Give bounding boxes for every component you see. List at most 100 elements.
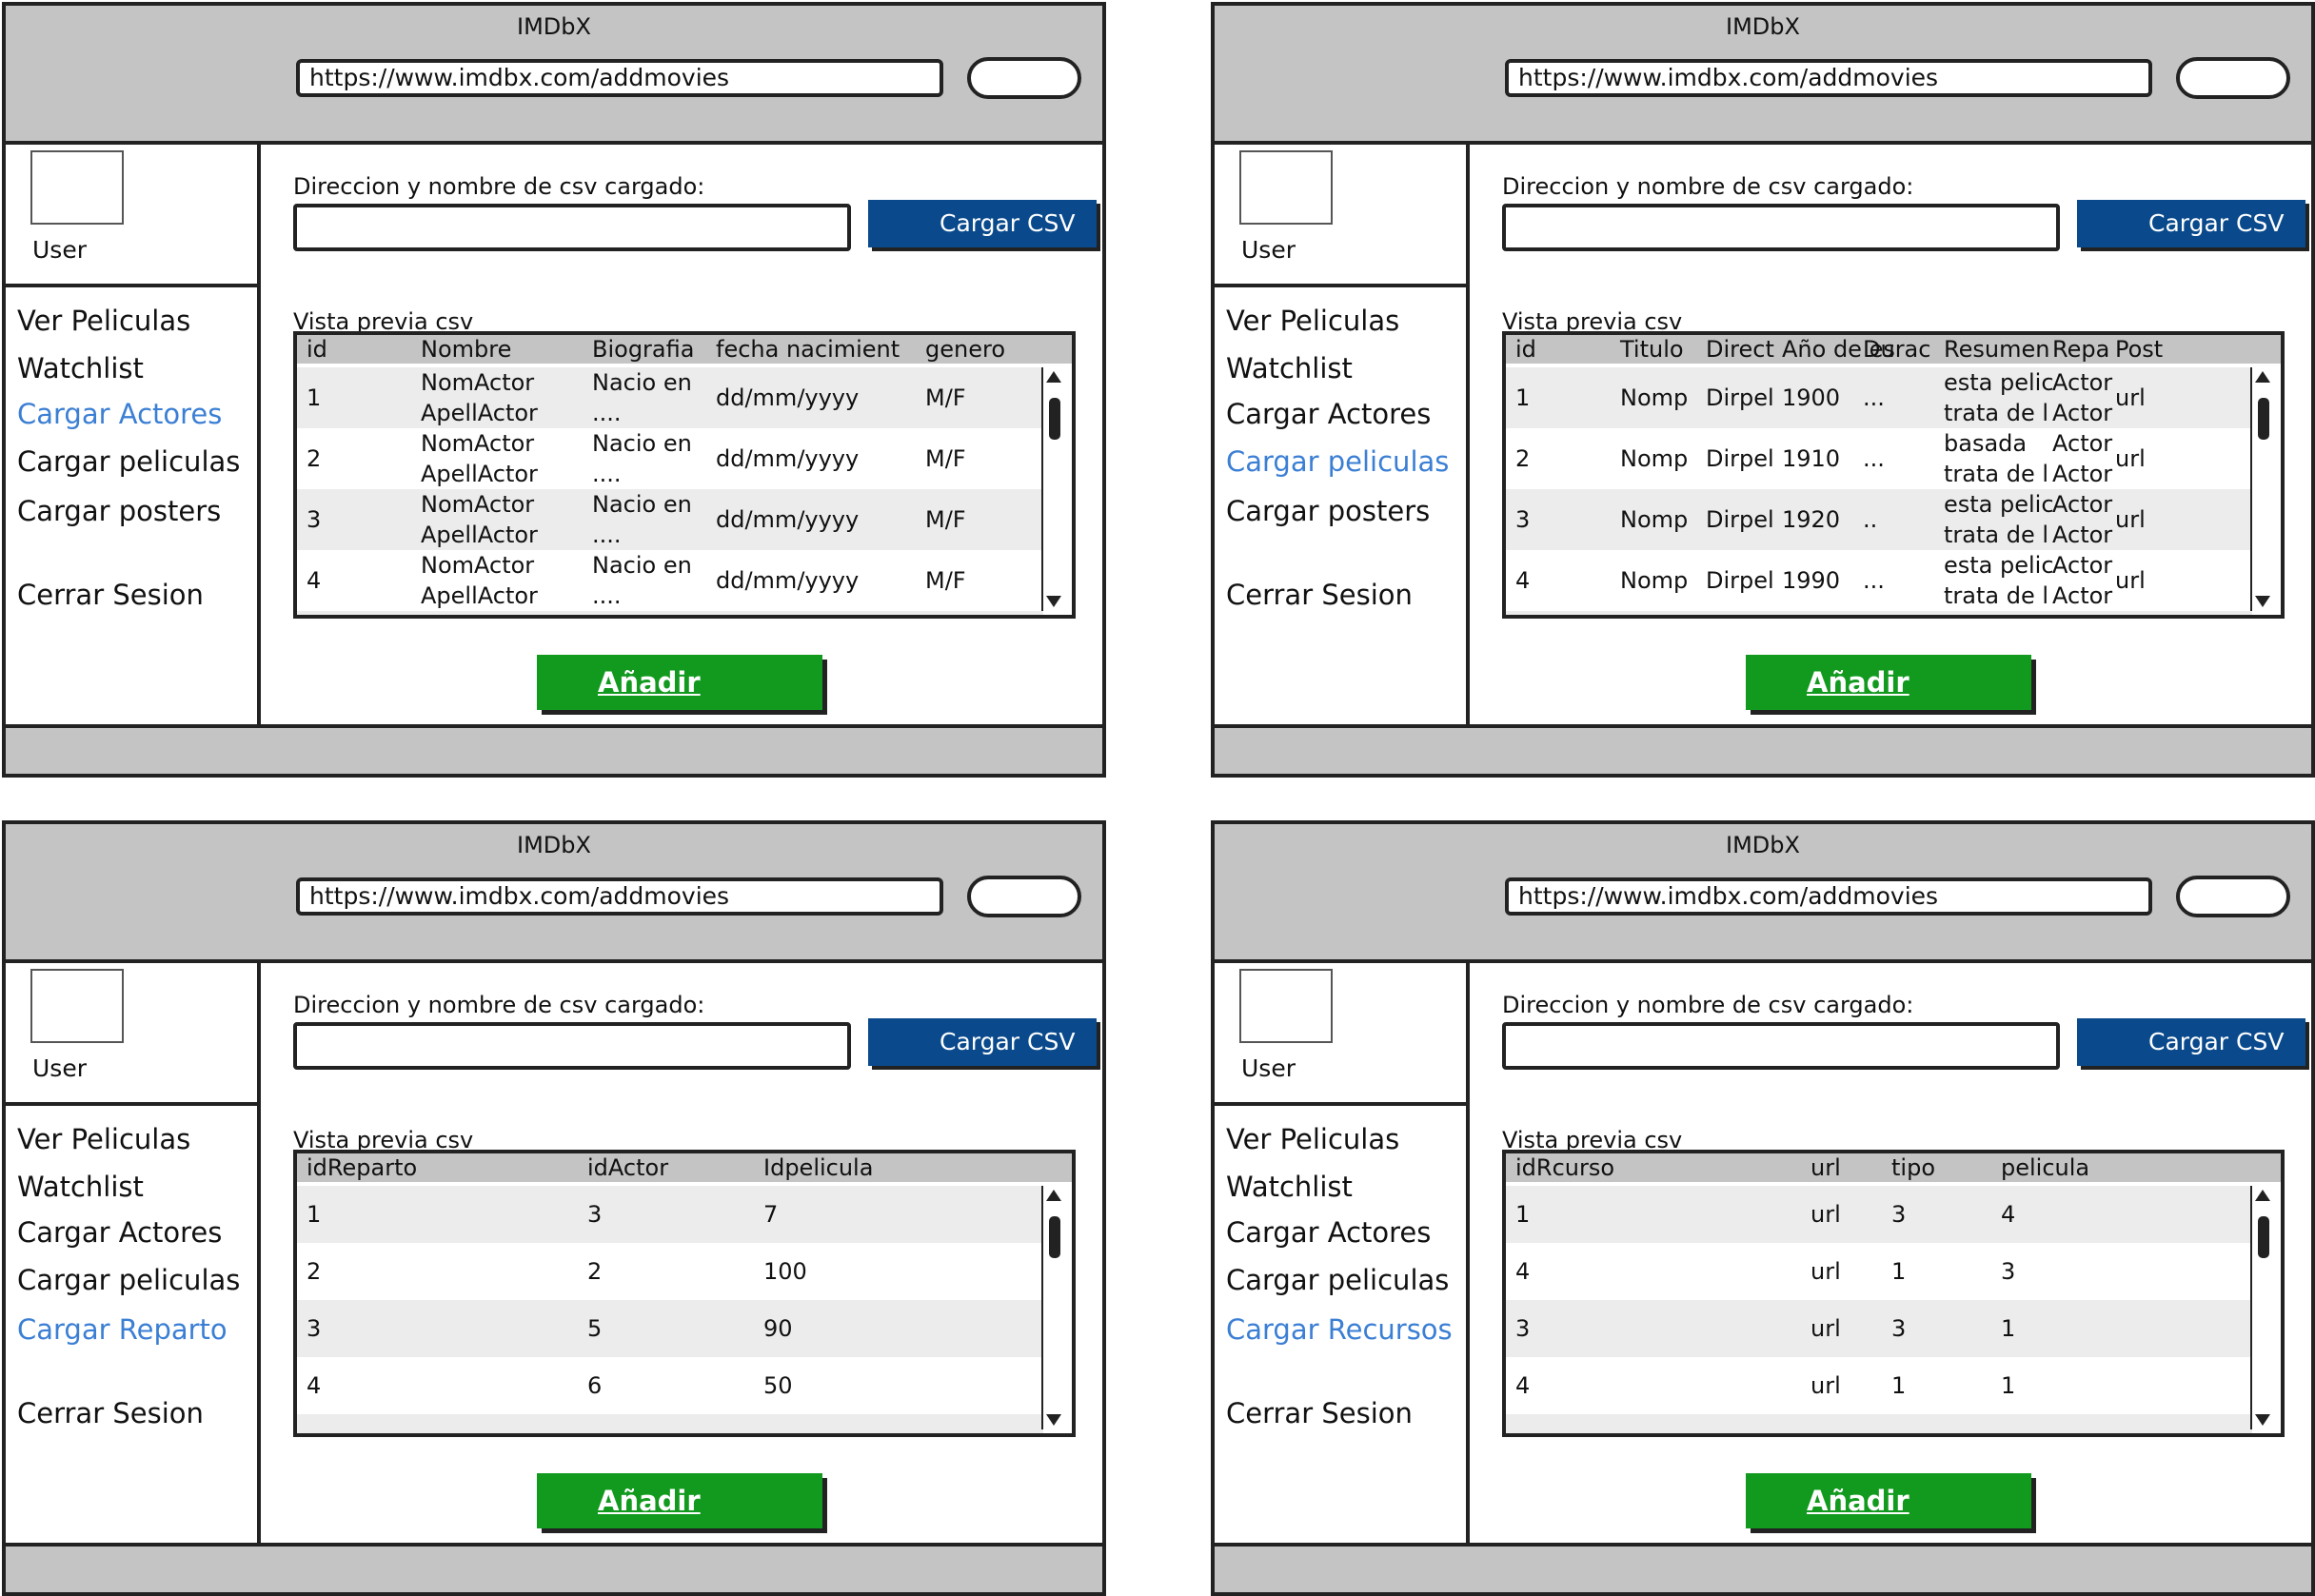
table-cell: 1 [2001,1372,2016,1399]
load-csv-button[interactable]: Cargar CSV [2077,200,2305,247]
address-bar[interactable]: https://www.imdbx.com/addmovies [296,59,943,97]
csv-preview-table: id Nombre Biografia fecha nacimient genero 1 N… [293,331,1076,619]
sidebar-item[interactable]: Ver Peliculas [17,1123,190,1155]
table-row [1506,1414,2252,1433]
table-cell: 1920 [1782,506,1841,533]
table-row [1506,611,2252,615]
sidebar-item[interactable]: Cerrar Sesion [17,1397,204,1429]
window-title: IMDbX [517,13,591,40]
table-cell: url [1810,1258,1841,1285]
column-header: Post [2115,336,2164,363]
table-cell: 1 [1515,384,1531,411]
sidebar-item[interactable]: Cargar posters [17,495,221,527]
sidebar-item[interactable]: Cargar Actores [17,1216,222,1249]
table-cell: Nacio en [592,369,692,396]
table-cell: Dirpel [1706,445,1774,472]
load-csv-button[interactable]: Cargar CSV [868,1018,1097,1066]
scroll-up-icon[interactable] [2255,371,2270,383]
sidebar-item[interactable]: Cargar peliculas [17,445,240,478]
table-cell: url [2115,567,2146,594]
csv-path-input[interactable] [293,204,851,251]
table-cell: M/F [925,384,966,411]
table-scrollbar[interactable] [2250,367,2277,611]
sidebar-item[interactable]: Cargar peliculas [1226,1264,1449,1296]
sidebar-item[interactable]: Watchlist [17,1171,144,1203]
table-cell: ApellActor [421,461,538,487]
csv-path-input[interactable] [1502,1022,2060,1070]
table-scrollbar[interactable] [2250,1186,2277,1429]
sidebar-item[interactable]: Cargar Reparto [17,1313,228,1346]
table-row [297,1414,1043,1433]
scroll-thumb[interactable] [1049,1216,1060,1258]
sidebar-item[interactable]: Cargar posters [1226,495,1430,527]
sidebar-item[interactable]: Cerrar Sesion [1226,1397,1413,1429]
table-scrollbar[interactable] [1041,367,1068,611]
browser-window: IMDbX https://www.imdbx.com/addmovies User… [1211,820,2315,1596]
address-bar[interactable]: https://www.imdbx.com/addmovies [1505,877,2152,916]
table-cell: dd/mm/yyyy [716,506,860,533]
scroll-down-icon[interactable] [2255,596,2270,607]
table-cell: 90 [763,1315,793,1342]
table-cell: 3 [2001,1258,2016,1285]
sidebar-item[interactable]: Cargar Actores [1226,398,1431,430]
user-profile: User [1215,959,1466,1106]
table-cell: trata de l [1944,461,2049,487]
load-csv-label: Cargar CSV [940,209,1076,237]
browser-titlebar: IMDbX https://www.imdbx.com/addmovies [1215,6,2311,145]
csv-path-input[interactable] [1502,204,2060,251]
browser-search-box[interactable] [967,876,1081,917]
table-cell: Actor [2052,430,2113,457]
table-row: 1 url 3 4 [1506,1186,2252,1243]
table-cell: 4 [307,567,322,594]
sidebar-item[interactable]: Watchlist [17,352,144,384]
table-cell: 2 [307,445,322,472]
table-cell: NomActor [421,369,535,396]
scroll-up-icon[interactable] [2255,1190,2270,1201]
sidebar-item[interactable]: Cargar Actores [1226,1216,1431,1249]
scroll-up-icon[interactable] [1046,371,1061,383]
column-header: id [1515,336,1536,363]
sidebar-item[interactable]: Watchlist [1226,1171,1353,1203]
column-header: Biografia [592,336,695,363]
table-row: 4 6 50 [297,1357,1043,1414]
sidebar-item[interactable]: Cargar Recursos [1226,1313,1453,1346]
load-csv-button[interactable]: Cargar CSV [2077,1018,2305,1066]
browser-search-box[interactable] [967,57,1081,99]
add-movies-button[interactable]: Añadir peliculas [537,655,822,754]
browser-search-box[interactable] [2176,57,2290,99]
scroll-down-icon[interactable] [1046,596,1061,607]
table-cell: 1 [1891,1372,1907,1399]
add-movies-button[interactable]: Añadir peliculas [1746,1473,2031,1572]
address-bar[interactable]: https://www.imdbx.com/addmovies [296,877,943,916]
scroll-thumb[interactable] [2258,1216,2269,1258]
address-bar[interactable]: https://www.imdbx.com/addmovies [1505,59,2152,97]
sidebar-item[interactable]: Cargar peliculas [17,1264,240,1296]
sidebar-item[interactable]: Ver Peliculas [1226,1123,1399,1155]
sidebar-item[interactable]: Ver Peliculas [17,305,190,337]
add-movies-button[interactable]: Añadir peliculas [537,1473,822,1572]
table-cell: 3 [307,1315,322,1342]
add-movies-button[interactable]: Añadir peliculas [1746,655,2031,754]
sidebar-item[interactable]: Watchlist [1226,352,1353,384]
browser-search-box[interactable] [2176,876,2290,917]
table-cell: ApellActor [421,400,538,426]
sidebar-item[interactable]: Cargar peliculas [1226,445,1449,478]
scroll-thumb[interactable] [1049,398,1060,440]
scroll-down-icon[interactable] [2255,1414,2270,1426]
column-header: Repa [2052,336,2110,363]
load-csv-button[interactable]: Cargar CSV [868,200,1097,247]
sidebar-item[interactable]: Cargar Actores [17,398,222,430]
scroll-thumb[interactable] [2258,398,2269,440]
sidebar-item[interactable]: Cerrar Sesion [1226,579,1413,611]
column-header: Idpelicula [763,1154,874,1181]
sidebar-item[interactable]: Cerrar Sesion [17,579,204,611]
scroll-up-icon[interactable] [1046,1190,1061,1201]
table-scrollbar[interactable] [1041,1186,1068,1429]
table-cell: ApellActor [421,582,538,609]
csv-path-input[interactable] [293,1022,851,1070]
table-cell: Nomp [1620,506,1689,533]
sidebar-item[interactable]: Ver Peliculas [1226,305,1399,337]
scroll-down-icon[interactable] [1046,1414,1061,1426]
main-content: Direccion y nombre de csv cargado: Cargar… [261,959,1102,1592]
table-cell: dd/mm/yyyy [716,384,860,411]
